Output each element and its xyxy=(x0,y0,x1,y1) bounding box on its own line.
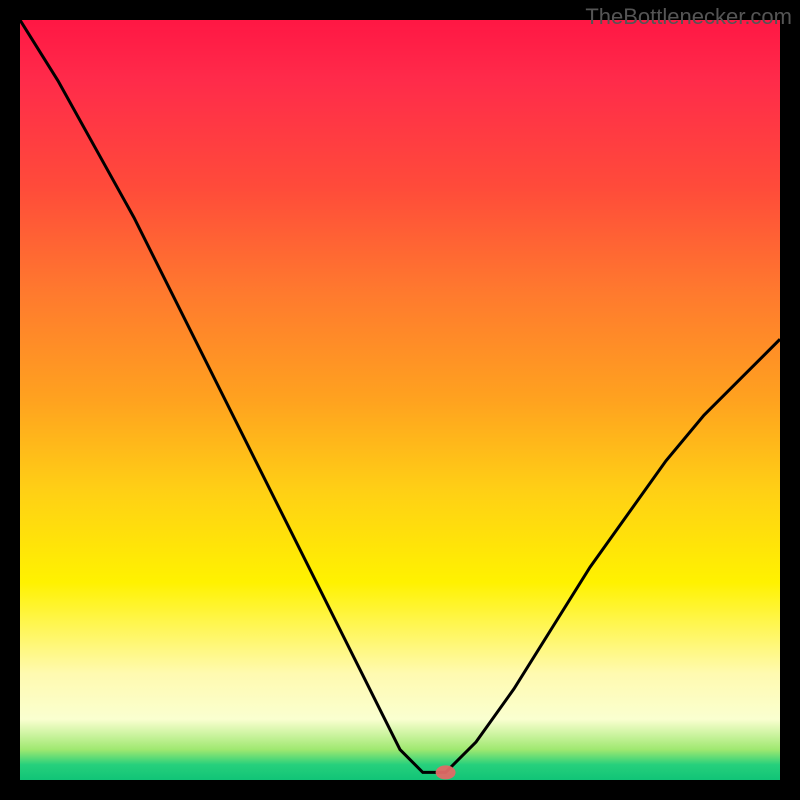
bottleneck-curve-path xyxy=(20,20,780,772)
attribution-text: TheBottlenecker.com xyxy=(585,4,792,30)
curve-svg xyxy=(20,20,780,780)
optimal-marker xyxy=(436,765,456,779)
plot-area xyxy=(20,20,780,780)
chart-container: TheBottlenecker.com xyxy=(0,0,800,800)
